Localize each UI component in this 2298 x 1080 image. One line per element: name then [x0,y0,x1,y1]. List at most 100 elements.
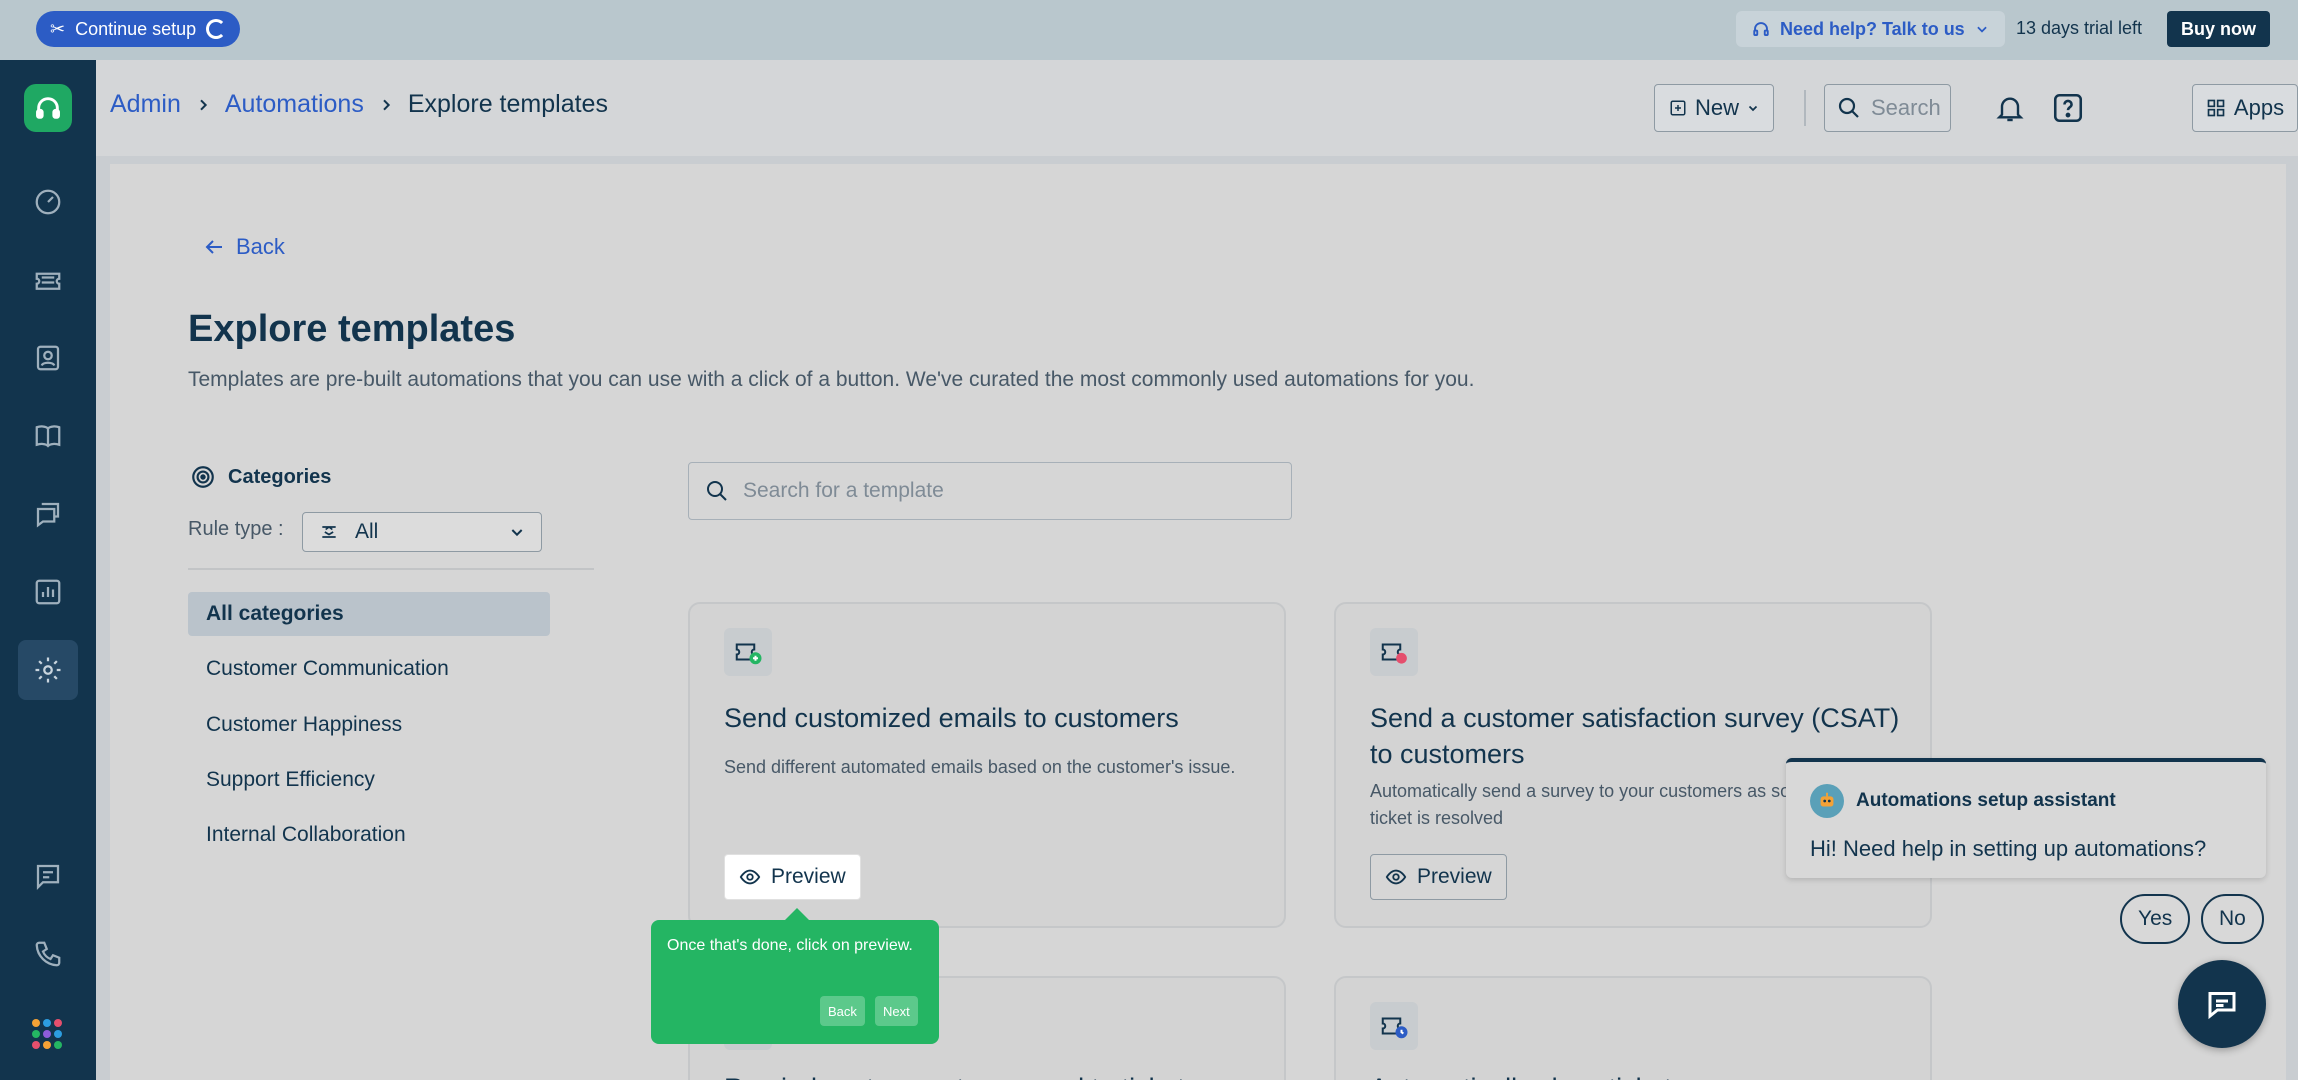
eye-icon [1385,869,1407,885]
categories-label: Categories [228,465,332,488]
app-logo[interactable] [24,84,72,132]
help-button[interactable] [2048,88,2088,128]
plus-square-icon [1670,100,1686,116]
global-search-placeholder: Search [1871,95,1941,120]
assistant-yes-button[interactable]: Yes [2120,894,2191,944]
help-talk-button[interactable]: Need help? Talk to us [1736,11,2005,47]
card-title: Remind customers to respond to tickets [724,1070,1264,1080]
gauge-icon [35,189,61,215]
template-search-placeholder: Search for a template [743,479,944,502]
email-automation-icon [724,628,772,676]
preview-button[interactable]: Preview [724,854,861,900]
category-all[interactable]: All categories [188,592,550,636]
rule-type-select[interactable]: All [302,512,542,552]
category-customer-happiness[interactable]: Customer Happiness [188,703,550,747]
nav-admin[interactable] [18,640,78,700]
preview-label: Preview [1417,865,1492,888]
card-description: Send different automated emails based on… [724,757,1236,777]
nav-forums[interactable] [18,484,78,544]
nav-contacts[interactable] [18,328,78,388]
categories-heading: Categories [190,464,331,490]
nav-solutions[interactable] [18,406,78,466]
template-card[interactable]: Automatically close tickets [1334,976,1932,1080]
chevron-right-icon [383,99,390,110]
chevron-down-icon [511,529,523,537]
nav-chat[interactable] [18,846,78,906]
page-subtitle: Templates are pre-built automations that… [188,368,1475,391]
bot-avatar-icon [1810,784,1844,818]
arrow-left-icon [205,240,222,254]
help-label: Need help? Talk to us [1780,18,1965,39]
chat-bubble-icon [2208,992,2236,1020]
eye-icon [739,869,761,885]
tooltip-next-button[interactable]: Next [875,996,918,1026]
buy-now-button[interactable]: Buy now [2167,11,2270,47]
chat-launcher-button[interactable] [2178,960,2266,1048]
target-icon [192,466,214,488]
new-label: New [1694,95,1739,120]
tooltip-text: Once that's done, click on preview. [667,937,913,954]
phone-icon [35,941,61,967]
breadcrumb-automations[interactable]: Automations [225,90,364,119]
nav-tickets[interactable] [18,250,78,310]
headset-logo-icon [36,97,60,119]
rule-filter-icon [322,525,336,538]
apps-button[interactable]: Apps [2192,84,2298,132]
bell-icon [1996,97,2024,122]
card-title: Automatically close tickets [1370,1070,1910,1080]
category-support-efficiency[interactable]: Support Efficiency [188,758,550,802]
apps-grid-icon[interactable] [32,1019,62,1049]
apps-label: Apps [2233,95,2285,120]
category-customer-communication[interactable]: Customer Communication [188,647,550,691]
gear-icon [35,657,61,683]
rule-type-value: All [355,520,379,543]
book-icon [35,425,61,448]
new-button[interactable]: New [1654,84,1774,132]
back-label: Back [236,234,285,259]
message-icon [36,864,60,890]
continue-setup-button[interactable]: ✂ Continue setup [36,11,241,47]
chevron-right-icon [200,99,207,110]
template-card[interactable]: Send customized emails to customers Send… [688,602,1286,928]
breadcrumb-current: Explore templates [407,90,608,118]
categories-divider [188,568,594,570]
category-internal-collaboration[interactable]: Internal Collaboration [188,813,550,857]
back-link[interactable]: Back [202,234,285,260]
contact-icon [36,345,60,371]
onboarding-tooltip: Once that's done, click on preview. Back… [651,908,939,1044]
breadcrumb: Admin Automations Explore templates [110,90,608,119]
survey-automation-icon [1370,628,1418,676]
template-search-input[interactable]: Search for a template [688,462,1292,520]
page-header: Admin Automations Explore templates New … [96,60,2298,156]
page-title: Explore templates [188,308,516,350]
assistant-panel: Automations setup assistant Hi! Need hel… [1786,758,2266,878]
discussion-icon [36,502,60,528]
left-navigation [0,60,96,1080]
main-content: Back Explore templates Templates are pre… [110,164,2286,1080]
rule-type-label: Rule type : [188,518,284,540]
card-title: Send customized emails to customers [724,703,1179,733]
search-icon [707,481,727,501]
top-banner: ✂ Continue setup Need help? Talk to us 1… [0,0,2298,60]
assistant-no-button[interactable]: No [2201,894,2264,944]
notifications-button[interactable] [1990,88,2030,128]
assistant-message: Hi! Need help in setting up automations? [1810,836,2207,861]
question-icon [2053,93,2083,123]
bar-chart-icon [35,579,61,605]
headset-icon [1753,22,1769,36]
nav-phone[interactable] [18,924,78,984]
preview-button[interactable]: Preview [1370,854,1507,900]
header-divider [1804,90,1806,126]
nav-reports[interactable] [18,562,78,622]
search-icon [1838,97,1859,118]
assistant-title: Automations setup assistant [1856,790,2116,811]
apps-icon [2207,99,2225,117]
tooltip-back-button[interactable]: Back [820,996,865,1026]
global-search[interactable]: Search [1824,84,1951,132]
nav-dashboard[interactable] [18,172,78,232]
close-ticket-automation-icon [1370,1002,1418,1050]
preview-label: Preview [771,865,846,888]
assistant-header: Automations setup assistant [1810,784,2116,818]
breadcrumb-admin[interactable]: Admin [110,90,181,119]
chevron-down-icon [1977,26,1987,33]
